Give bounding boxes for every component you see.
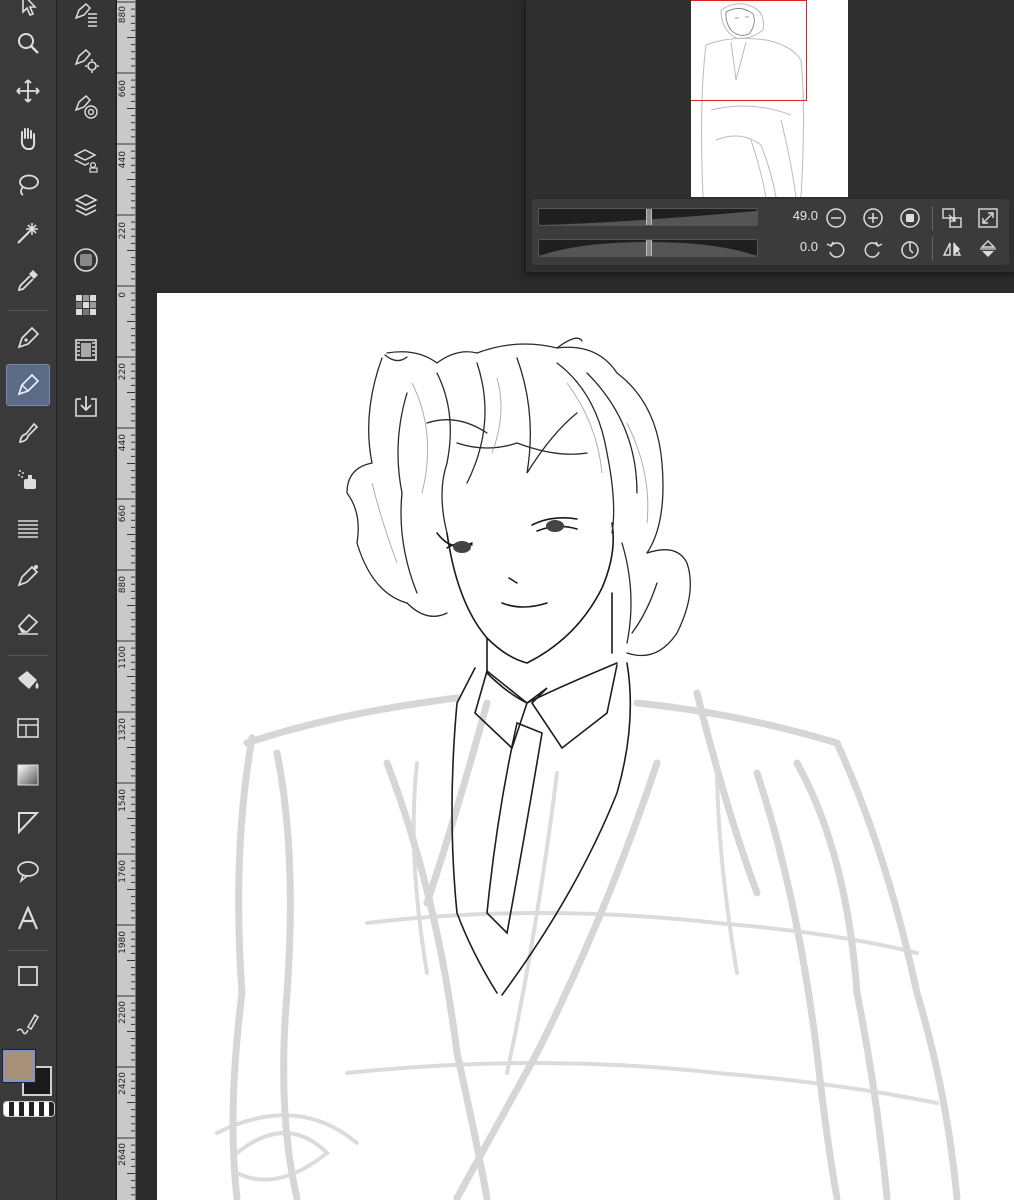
navigator-preview[interactable]	[691, 0, 848, 197]
zoom-slider[interactable]	[538, 208, 758, 226]
navigator-controls: 49.0 0.0	[532, 199, 1009, 265]
ruler-label: 1540	[118, 789, 128, 812]
sketch-artwork	[215, 337, 961, 1200]
ruler-label: 880	[118, 6, 128, 24]
rotation-slider-handle[interactable]	[646, 240, 652, 256]
ruler-icon[interactable]	[6, 802, 50, 844]
ruler-label: 880	[118, 576, 128, 594]
reset-rotation-icon[interactable]	[898, 237, 922, 261]
drawing-canvas[interactable]	[157, 293, 1014, 1200]
ruler-label: 2200	[118, 1001, 128, 1024]
ruler-label: 440	[118, 151, 128, 169]
ruler-label: 220	[118, 363, 128, 381]
flip-vertical-icon[interactable]	[976, 237, 1000, 261]
transparent-color-swatch[interactable]	[4, 1102, 54, 1116]
ruler-label: 1100	[118, 646, 128, 669]
layer-stack-icon[interactable]	[67, 186, 105, 224]
ruler-label: 660	[118, 505, 128, 523]
sub-tool-settings-icon[interactable]	[67, 42, 105, 80]
sub-tool-layer-icon[interactable]	[67, 0, 105, 34]
animation-icon[interactable]	[67, 331, 105, 369]
gradient-icon[interactable]	[6, 754, 50, 796]
zoom-out-icon[interactable]	[824, 206, 848, 230]
fit-to-screen-icon[interactable]	[940, 206, 964, 230]
zoom-in-icon[interactable]	[861, 206, 885, 230]
rotation-value: 0.0	[799, 239, 818, 254]
ruler-label: 1760	[118, 860, 128, 883]
decoration-icon[interactable]	[6, 507, 50, 549]
navigator-panel: 49.0 0.0	[525, 0, 1014, 273]
eraser-icon[interactable]	[6, 602, 50, 644]
eyedropper-icon[interactable]	[6, 259, 50, 301]
ruler-label: 440	[118, 434, 128, 452]
import-icon[interactable]	[67, 387, 105, 425]
layer-properties-icon[interactable]	[67, 141, 105, 179]
blend-icon[interactable]	[6, 555, 50, 597]
rotate-left-icon[interactable]	[824, 237, 848, 261]
zoom-slider-handle[interactable]	[646, 209, 652, 225]
balloon-icon[interactable]	[6, 850, 50, 892]
pencil-icon[interactable]	[6, 364, 50, 406]
vertical-ruler: 880 660 440 220 0 220 440 660 880 1100 1…	[116, 0, 136, 1200]
frame-icon[interactable]	[6, 707, 50, 749]
ruler-label: 220	[118, 222, 128, 240]
move-icon[interactable]	[6, 70, 50, 112]
fill-icon[interactable]	[6, 660, 50, 702]
flip-horizontal-icon[interactable]	[940, 237, 964, 261]
ruler-label: 660	[118, 80, 128, 98]
brush-icon[interactable]	[6, 412, 50, 454]
rotation-slider[interactable]	[538, 239, 758, 257]
airbrush-icon[interactable]	[6, 459, 50, 501]
secondary-command-bar	[57, 0, 115, 1200]
magic-wand-icon[interactable]	[6, 212, 50, 254]
ruler-label: 1320	[118, 718, 128, 741]
text-icon[interactable]	[6, 898, 50, 940]
ruler-label: 1980	[118, 931, 128, 954]
ruler-label: 2420	[118, 1072, 128, 1095]
pen-icon[interactable]	[6, 317, 50, 359]
ruler-label: 0	[118, 292, 128, 298]
lasso-select-icon[interactable]	[6, 164, 50, 206]
fit-navigator-icon[interactable]	[976, 206, 1000, 230]
navigator-view-frame[interactable]	[691, 0, 807, 101]
correct-line-icon[interactable]	[6, 1003, 50, 1045]
sub-tool-target-icon[interactable]	[67, 88, 105, 126]
zoom-value: 49.0	[792, 208, 818, 223]
zoom-icon[interactable]	[6, 22, 50, 64]
shape-icon[interactable]	[6, 955, 50, 997]
hand-icon[interactable]	[6, 117, 50, 159]
tool-palette	[0, 0, 57, 1200]
rotate-right-icon[interactable]	[861, 237, 885, 261]
color-swatches	[0, 1044, 56, 1124]
color-set-icon[interactable]	[67, 286, 105, 324]
main-color-swatch[interactable]	[3, 1050, 35, 1082]
actual-size-icon[interactable]	[898, 206, 922, 230]
ruler-label: 2640	[118, 1143, 128, 1166]
material-icon[interactable]	[67, 241, 105, 279]
